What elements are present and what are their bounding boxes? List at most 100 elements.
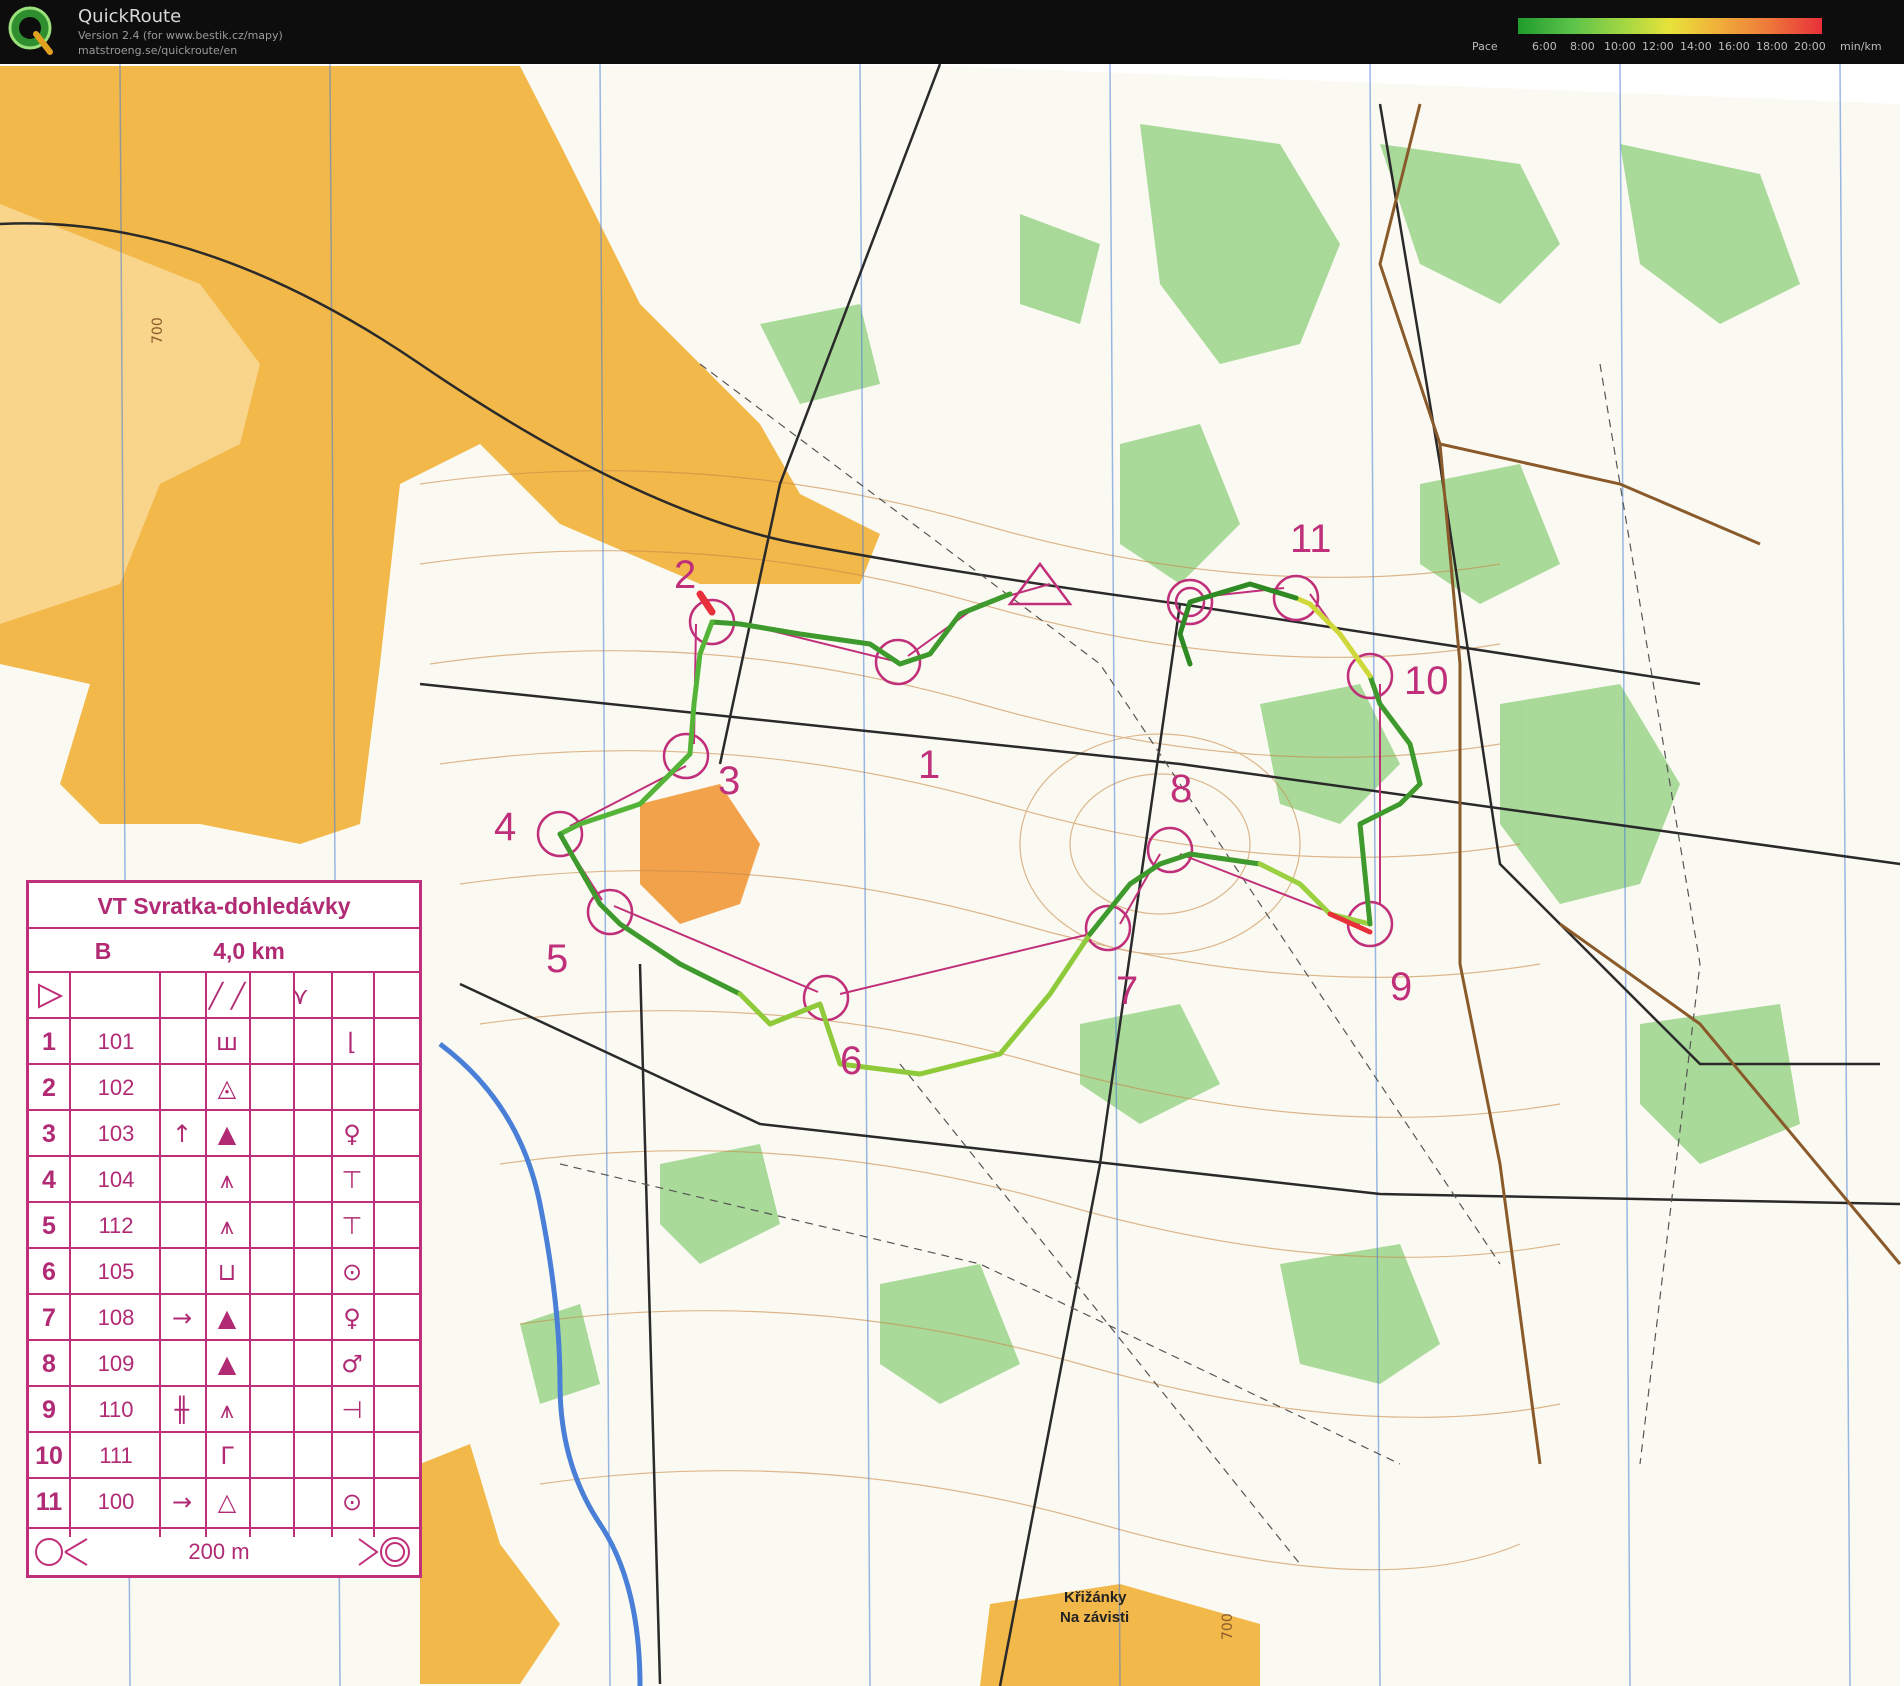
- control-number-cell: 1: [42, 1028, 56, 1056]
- description-row: 2 102 ◬: [29, 1063, 419, 1111]
- direction-symbol: →: [171, 1488, 193, 1516]
- control-number: 5: [546, 937, 568, 981]
- feature-symbol: ш: [216, 1028, 238, 1056]
- grid-divider: [331, 971, 333, 1537]
- grid-divider: [373, 971, 375, 1537]
- control-number-cell: 6: [42, 1258, 56, 1286]
- course-length: 4,0 km: [213, 938, 285, 964]
- slash-icons: ╱ ╱: [208, 982, 246, 1010]
- control-number: 3: [718, 759, 740, 803]
- contour-label: 700: [150, 317, 166, 344]
- grid-divider: [205, 971, 207, 1537]
- direction-symbol: →: [171, 1304, 193, 1332]
- grid-divider: [69, 971, 71, 1537]
- control-number: 8: [1170, 767, 1192, 811]
- control-number-cell: 11: [35, 1488, 63, 1516]
- control-code-cell: 101: [97, 1029, 135, 1054]
- finish-from-control-icon: [35, 1538, 88, 1566]
- control-code-cell: 110: [98, 1397, 134, 1422]
- pace-unit: min/km: [1840, 40, 1882, 53]
- description-row: 7 108 → ▲ ♀: [29, 1293, 419, 1341]
- control-number: 10: [1404, 659, 1449, 703]
- app-title: QuickRoute: [78, 6, 182, 27]
- feature-symbol: ⩚: [220, 1396, 234, 1424]
- control-number-cell: 7: [42, 1304, 56, 1332]
- course-name: B: [94, 938, 112, 964]
- place-name: Na závisti: [1060, 1609, 1130, 1626]
- description-row: 11 100 → △ ⊙: [29, 1477, 419, 1525]
- pace-tick: 20:00: [1794, 40, 1826, 53]
- feature-symbol: ▲: [217, 1120, 237, 1148]
- control-description-sheet: VT Svratka-dohledávky B 4,0 km ╱ ╱ ⋎ 1 10…: [26, 880, 422, 1578]
- location-symbol: ⊙: [341, 1488, 363, 1516]
- description-row: 10 111 Γ: [29, 1431, 419, 1479]
- grid-divider: [159, 971, 161, 1537]
- description-row: 6 105 ⊔ ⊙: [29, 1247, 419, 1295]
- control-number-cell: 9: [42, 1396, 56, 1424]
- control-code-cell: 102: [97, 1075, 135, 1100]
- pace-tick: 12:00: [1642, 40, 1674, 53]
- direction-symbol: ↑: [171, 1120, 193, 1148]
- contour-label: 700: [1220, 1613, 1236, 1640]
- location-symbol: ♀: [343, 1120, 361, 1148]
- direction-symbol: ╫: [174, 1396, 190, 1424]
- place-name: Křižánky: [1064, 1589, 1127, 1606]
- pace-tick: 6:00: [1532, 40, 1557, 53]
- control-code-cell: 103: [97, 1121, 135, 1146]
- control-number: 4: [494, 805, 516, 849]
- description-row: 1 101 ш ⌊: [29, 1017, 419, 1065]
- location-symbol: ⊙: [341, 1258, 363, 1286]
- control-number: 9: [1390, 965, 1412, 1009]
- finish-distance: 200 m: [188, 1539, 250, 1564]
- description-row: 5 112 ⩚ ⊤: [29, 1201, 419, 1249]
- control-code-cell: 100: [97, 1489, 135, 1514]
- description-row: 4 104 ⩚ ⊤: [29, 1155, 419, 1203]
- feature-symbol: ◬: [217, 1074, 237, 1102]
- finish-circle-icon: [358, 1537, 410, 1567]
- control-number-cell: 4: [42, 1166, 56, 1194]
- start-triangle-icon: [38, 983, 64, 1009]
- pace-tick: 10:00: [1604, 40, 1636, 53]
- control-number-cell: 8: [42, 1350, 56, 1378]
- control-code-cell: 104: [97, 1167, 135, 1192]
- control-number: 11: [1290, 517, 1332, 561]
- control-number: 6: [840, 1039, 862, 1083]
- location-symbol: ⊤: [341, 1166, 363, 1194]
- control-number: 1: [918, 743, 940, 787]
- pace-tick: 18:00: [1756, 40, 1788, 53]
- pace-tick: 8:00: [1570, 40, 1595, 53]
- control-number-cell: 10: [35, 1442, 63, 1470]
- feature-symbol: ▲: [217, 1350, 237, 1378]
- control-code-cell: 112: [98, 1213, 134, 1238]
- control-number-cell: 2: [42, 1074, 56, 1102]
- location-symbol: ⊤: [341, 1212, 363, 1240]
- pace-tick: 16:00: [1718, 40, 1750, 53]
- pace-color-scale: [1518, 18, 1822, 34]
- control-number-cell: 3: [42, 1120, 56, 1148]
- location-symbol: ⊣: [341, 1396, 363, 1424]
- app-version: Version 2.4 (for www.bestik.cz/mapy): [78, 29, 283, 42]
- description-header: B 4,0 km: [29, 927, 419, 973]
- control-code-cell: 108: [97, 1305, 135, 1330]
- pace-label: Pace: [1472, 40, 1498, 53]
- feature-symbol: ▲: [217, 1304, 237, 1332]
- feature-symbol: ⩚: [220, 1212, 234, 1240]
- control-code-cell: 109: [97, 1351, 135, 1376]
- location-symbol: ⌊: [347, 1028, 357, 1056]
- control-number-cell: 5: [42, 1212, 56, 1240]
- finish-row: 200 m: [29, 1527, 419, 1575]
- description-row: 3 103 ↑ ▲ ♀: [29, 1109, 419, 1157]
- location-symbol: ♀: [343, 1304, 361, 1332]
- control-number: 7: [1116, 969, 1138, 1013]
- app-url: matstroeng.se/quickroute/en: [78, 44, 238, 57]
- control-number: 2: [674, 553, 696, 597]
- app-header-bar: QuickRoute Version 2.4 (for www.bestik.c…: [0, 0, 1904, 64]
- grid-divider: [249, 971, 251, 1537]
- location-symbol: ♂: [341, 1350, 363, 1378]
- description-title: VT Svratka-dohledávky: [97, 893, 351, 919]
- feature-symbol: ⊔: [217, 1258, 237, 1286]
- pace-tick: 14:00: [1680, 40, 1712, 53]
- start-row: ╱ ╱ ⋎: [29, 971, 419, 1019]
- control-code-cell: 111: [99, 1443, 133, 1468]
- description-row: 9 110 ╫ ⩚ ⊣: [29, 1385, 419, 1433]
